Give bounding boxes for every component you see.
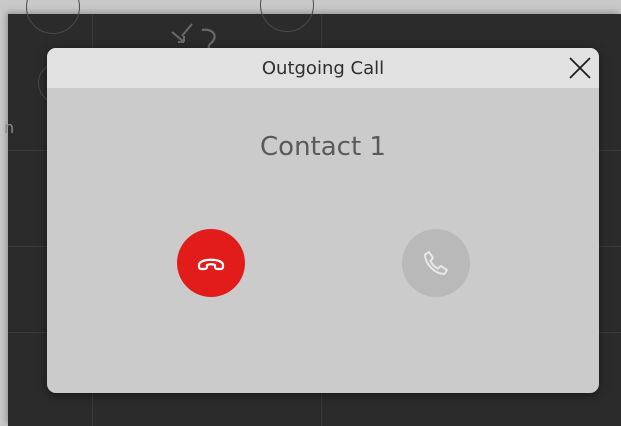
close-button[interactable]	[565, 53, 595, 83]
contact-name: Contact 1	[260, 132, 386, 162]
dialog-title: Outgoing Call	[261, 58, 385, 79]
outgoing-call-dialog: Outgoing Call Contact 1	[47, 48, 599, 393]
answer-button[interactable]	[402, 229, 470, 297]
screen: n Outgoing Call Contact 1	[0, 0, 621, 426]
hangup-button[interactable]	[177, 229, 245, 297]
background-circle-button	[260, 0, 314, 32]
background-circle-button	[26, 0, 80, 34]
dialog-title-bar: Outgoing Call	[47, 48, 599, 88]
phone-answer-icon	[424, 251, 448, 275]
phone-hangup-icon	[197, 258, 225, 271]
background-label: n	[4, 118, 15, 137]
close-icon	[569, 57, 591, 79]
